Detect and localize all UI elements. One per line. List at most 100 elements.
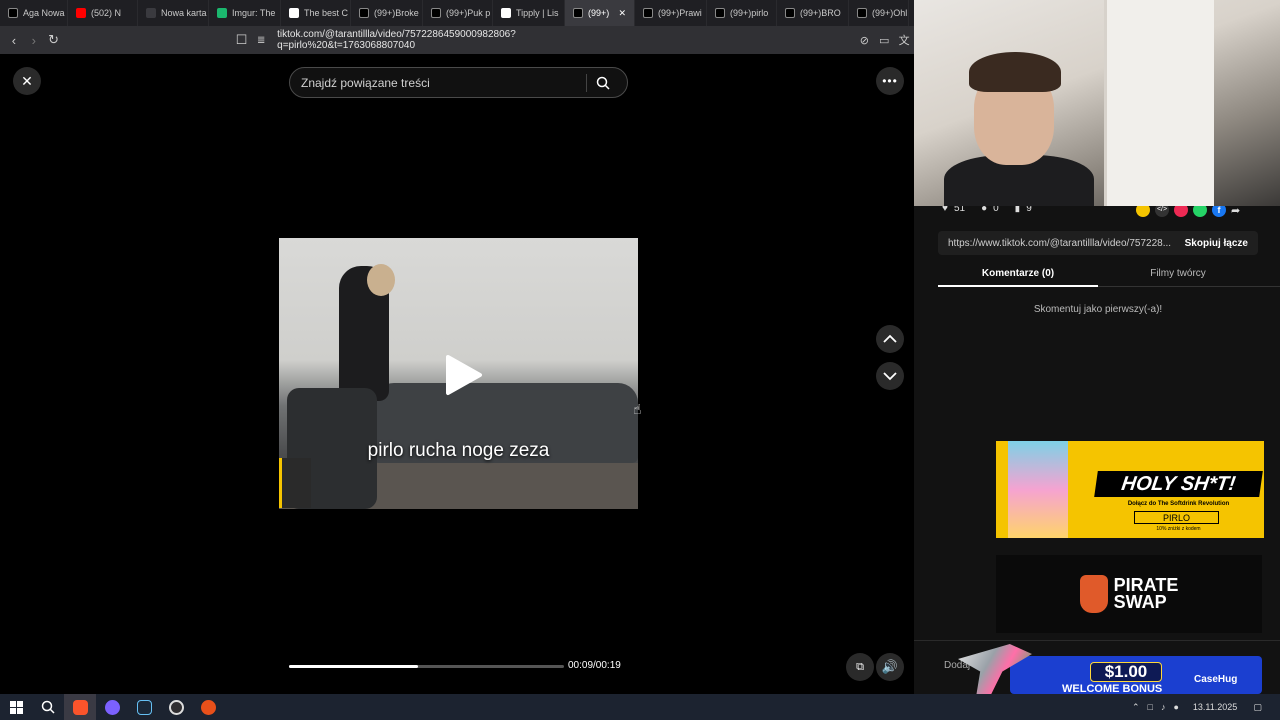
- brave-browser-icon[interactable]: [64, 694, 96, 720]
- windows-taskbar: [0, 694, 1280, 720]
- tiktok-icon: [8, 8, 18, 18]
- browser-tab-label: Tipply | Lis: [516, 8, 559, 18]
- holy-ad-code: PIRLO: [1134, 511, 1219, 524]
- browser-tab[interactable]: The best C: [281, 0, 351, 26]
- video-time: 00:09/00:19: [568, 660, 621, 671]
- browser-tab-label: Aga Nowa: [23, 8, 65, 18]
- reader-mode-icon[interactable]: ⊘: [855, 30, 875, 50]
- orange-app-icon[interactable]: [192, 694, 224, 720]
- browser-tab-label: (99+)Prawi: [658, 8, 702, 18]
- bookmark-icon[interactable]: ☐: [231, 30, 251, 50]
- speaker-icon[interactable]: ♪: [1161, 702, 1166, 712]
- tiktok-icon: [643, 8, 653, 18]
- browser-tab-label: (99+): [588, 8, 610, 18]
- url-text[interactable]: tiktok.com/@tarantillla/video/7572286459…: [277, 29, 650, 51]
- browser-tab-label: Nowa karta: [161, 8, 207, 18]
- tiktok-icon: [715, 8, 725, 18]
- bonus-price: $1.00: [1090, 662, 1162, 682]
- browser-tab-label: The best C: [304, 8, 349, 18]
- address-bar-row: ‹ › ↻ ☐ ≣ tiktok.com/@tarantillla/video/…: [0, 26, 914, 54]
- blank-icon: [146, 8, 156, 18]
- holy-ad-subtitle: Dołącz do The Softdrink Revolution: [1127, 501, 1230, 507]
- pirate-ad-text: PIRATE SWAP: [1113, 576, 1179, 612]
- active-tab-underline: [938, 285, 1098, 287]
- video-progress-bar[interactable]: [289, 665, 564, 668]
- browser-tab-label: (99+)Broke: [374, 8, 419, 18]
- diamond-icon: [289, 8, 299, 18]
- search-icon[interactable]: [596, 76, 610, 90]
- forward-icon[interactable]: ›: [24, 30, 44, 50]
- webcam-overlay: [914, 0, 1280, 206]
- related-search-box[interactable]: [289, 67, 628, 98]
- tray-expand-icon[interactable]: ⌃: [1132, 702, 1140, 713]
- tiktok-icon: [785, 8, 795, 18]
- webcam-door: [1104, 0, 1214, 206]
- video-progress-fill: [289, 665, 419, 668]
- browser-tab[interactable]: (99+)Ohl: [849, 0, 909, 26]
- holy-product-image: [1008, 441, 1068, 538]
- browser-tab[interactable]: Imgur: The: [209, 0, 281, 26]
- search-input[interactable]: [290, 75, 586, 90]
- browser-tab[interactable]: Aga Nowa: [0, 0, 68, 26]
- browser-tab[interactable]: (99+)Broke: [351, 0, 423, 26]
- browser-tab[interactable]: (99+)pirlo: [707, 0, 777, 26]
- more-options-icon[interactable]: •••: [876, 67, 904, 95]
- empty-comments-text: Skomentuj jako pierwszy(-a)!: [1033, 304, 1163, 315]
- video-caption: pirlo rucha noge zeza: [367, 440, 550, 461]
- obs-icon[interactable]: [160, 694, 192, 720]
- browser-tab-label: (99+)Puk p: [446, 8, 491, 18]
- webcam-person-hair: [969, 52, 1061, 92]
- pirateswap-ad-banner[interactable]: PIRATE SWAP: [996, 555, 1262, 633]
- next-video-icon[interactable]: [876, 362, 904, 390]
- copy-link-button[interactable]: Skopiuj łącze: [1185, 238, 1248, 249]
- browser-tab[interactable]: (99+)Puk p: [423, 0, 493, 26]
- imgur-icon: [217, 8, 227, 18]
- browser-tab[interactable]: (99+) ✕: [565, 0, 635, 26]
- holy-ad-title: HOLY SH*T!: [1094, 471, 1263, 497]
- tiktok-icon: [573, 8, 583, 18]
- chrome-icon[interactable]: [96, 694, 128, 720]
- browser-tab[interactable]: Nowa karta: [138, 0, 209, 26]
- share-link-text[interactable]: https://www.tiktok.com/@tarantillla/vide…: [948, 238, 1178, 249]
- casehug-logo-text: CaseHug: [1194, 674, 1238, 685]
- reload-icon[interactable]: ↻: [44, 30, 64, 50]
- close-icon[interactable]: ✕: [13, 67, 41, 95]
- casehug-ad-banner[interactable]: $1.00 WELCOME BONUS CaseHug: [958, 640, 1262, 695]
- cast-icon[interactable]: ▭: [874, 30, 894, 50]
- mic-icon[interactable]: ●: [1173, 702, 1178, 712]
- notification-icon[interactable]: ▢: [1253, 702, 1262, 713]
- tiktok-icon: [431, 8, 441, 18]
- back-icon[interactable]: ‹: [4, 30, 24, 50]
- system-tray: ⌃ □ ♪ ● 13.11.2025 ▢: [1132, 694, 1262, 720]
- browser-tab-label: (99+)BRO: [800, 8, 841, 18]
- search-divider: [586, 73, 587, 92]
- holy-ad-discount: 10% zniżki z kodem: [1156, 526, 1201, 532]
- site-info-icon[interactable]: ≣: [251, 30, 271, 50]
- browser-tab[interactable]: (99+)BRO: [777, 0, 849, 26]
- close-tab-icon[interactable]: ✕: [618, 8, 626, 19]
- taskbar-search-icon[interactable]: [32, 694, 64, 720]
- previous-video-icon[interactable]: [876, 325, 904, 353]
- tiktok-icon: [359, 8, 369, 18]
- floating-player-icon[interactable]: ⧉: [846, 653, 874, 681]
- browser-tab[interactable]: Tipply | Lis: [493, 0, 565, 26]
- browser-tab-label: Imgur: The: [232, 8, 276, 18]
- pirate-ad-line2: SWAP: [1113, 592, 1167, 612]
- steam-icon[interactable]: [128, 694, 160, 720]
- browser-tab[interactable]: (502) N: [68, 0, 138, 26]
- holy-ad-banner[interactable]: HOLY SH*T! Dołącz do The Softdrink Revol…: [996, 441, 1264, 538]
- browser-tab-label: (99+)Ohl: [872, 8, 908, 18]
- browser-tab[interactable]: (99+)Prawi: [635, 0, 707, 26]
- tray-date[interactable]: 13.11.2025: [1193, 702, 1237, 712]
- tab-comments[interactable]: Komentarze (0): [938, 268, 1098, 279]
- pirate-logo-icon: [1079, 575, 1108, 613]
- windows-start-icon[interactable]: [0, 694, 32, 720]
- video-person-head: [367, 264, 395, 296]
- tiktok-icon: [857, 8, 867, 18]
- hand-cursor-icon: ☝: [633, 401, 642, 417]
- translate-icon[interactable]: 文: [894, 30, 914, 50]
- tab-creator-videos[interactable]: Filmy twórcy: [1098, 268, 1258, 279]
- network-icon[interactable]: □: [1148, 702, 1153, 712]
- play-icon[interactable]: [444, 353, 484, 397]
- volume-icon[interactable]: 🔊: [876, 653, 904, 681]
